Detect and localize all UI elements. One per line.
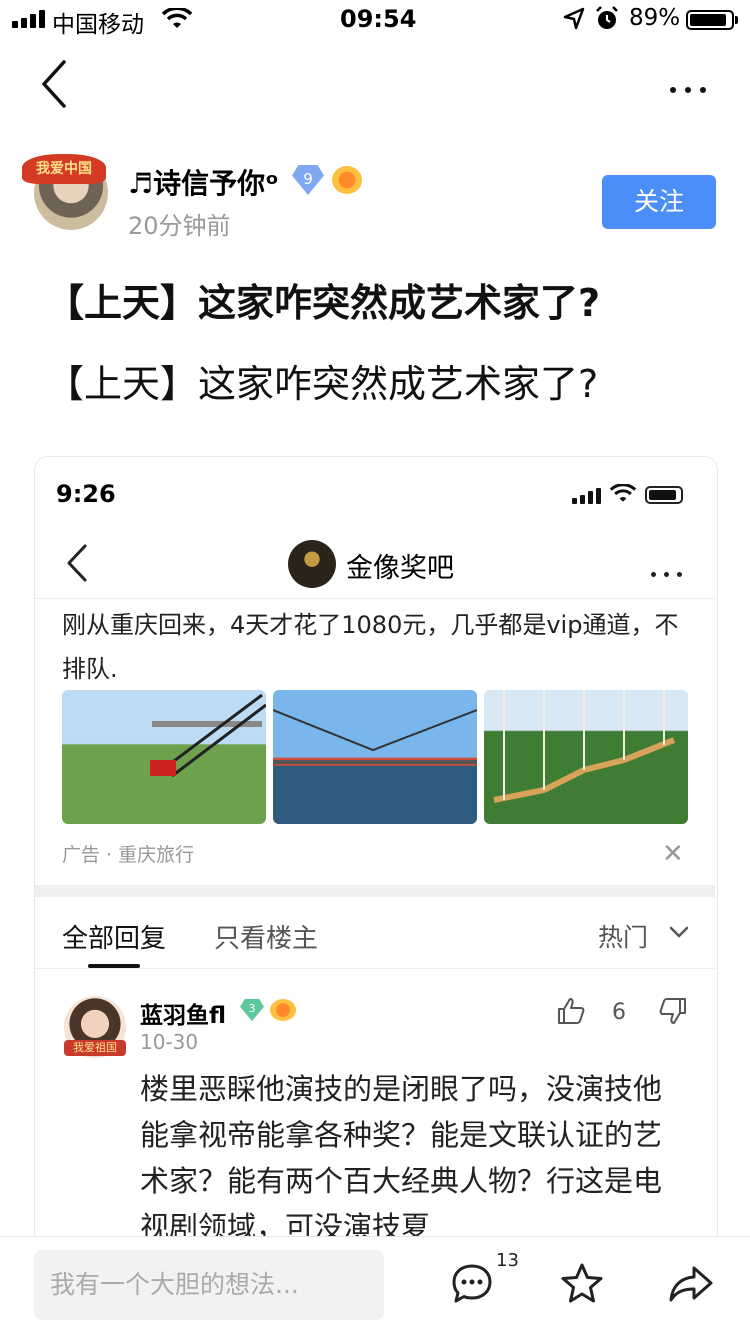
section-divider: [35, 885, 715, 897]
battery-percent: 89%: [629, 5, 681, 31]
reply-author-name: 蓝羽鱼fl: [140, 1003, 227, 1029]
game-badge-icon: [332, 166, 362, 194]
more-options-icon[interactable]: [670, 78, 715, 97]
post-body: 【上天】这家咋突然成艺术家了?: [46, 362, 599, 406]
battery-icon: [686, 10, 734, 30]
battery-tip: [735, 16, 738, 24]
level-badge-icon: 9: [292, 165, 324, 195]
alarm-icon: [596, 6, 618, 29]
ad-image-swing: [62, 690, 266, 824]
forum-name: 金像奖吧: [346, 553, 454, 584]
like-count: 6: [612, 1000, 626, 1025]
comment-icon[interactable]: [450, 1262, 494, 1306]
thumbs-down-icon: [659, 998, 686, 1024]
screenshot-signal-icon: [572, 488, 602, 504]
ad-image-bridge: [273, 690, 477, 824]
ad-text: 刚从重庆回来，4天才花了1080元，几乎都是vip通道，不排队.: [62, 611, 679, 683]
sort-selector: 热门: [598, 923, 649, 952]
reply-date: 10-30: [140, 1030, 199, 1054]
screenshot-wifi-icon: [610, 484, 636, 502]
post-title: 【上天】这家咋突然成艺术家了?: [46, 281, 601, 325]
reply-game-badge-icon: [270, 999, 296, 1021]
signal-icon: [12, 10, 48, 28]
avatar-badge: 我爱中国: [22, 154, 106, 184]
comment-count: 13: [496, 1250, 519, 1271]
clock: 09:54: [340, 5, 417, 33]
thumbs-up-icon: [558, 998, 585, 1024]
screenshot-clock: 9:26: [56, 480, 116, 508]
status-bar: 中国移动 09:54 89%: [0, 0, 750, 40]
ad-source: 广告 · 重庆旅行: [62, 844, 195, 866]
divider: [35, 968, 715, 969]
reply-avatar-badge: 我爱祖国: [64, 1040, 126, 1056]
divider: [35, 598, 715, 599]
screenshot-more-icon: [651, 562, 690, 581]
screenshot-back-icon: [67, 544, 87, 582]
forum-logo: [288, 540, 336, 588]
tab-all-replies: 全部回复: [62, 924, 167, 954]
back-chevron-icon[interactable]: [40, 60, 68, 108]
tab-owner-only: 只看楼主: [214, 924, 319, 954]
ad-image-rope: [484, 690, 688, 824]
comment-input[interactable]: 我有一个大胆的想法...: [34, 1250, 384, 1320]
star-icon[interactable]: [560, 1262, 604, 1306]
carrier-name: 中国移动: [52, 12, 144, 38]
ad-close-icon: ✕: [662, 839, 684, 869]
wifi-icon: [162, 8, 192, 28]
location-icon: [563, 7, 585, 30]
screenshot-battery-icon: [645, 486, 683, 504]
chevron-down-icon: [669, 926, 689, 938]
follow-button[interactable]: 关注: [602, 175, 716, 229]
post-time: 20分钟前: [128, 212, 231, 240]
author-name[interactable]: ♬诗信予你ᵒ: [128, 162, 279, 202]
share-icon[interactable]: [668, 1264, 714, 1304]
reply-text: 楼里恶睬他演技的是闭眼了吗，没演技他能拿视帝能拿各种奖？能是文联认证的艺术家？能…: [140, 1072, 663, 1236]
